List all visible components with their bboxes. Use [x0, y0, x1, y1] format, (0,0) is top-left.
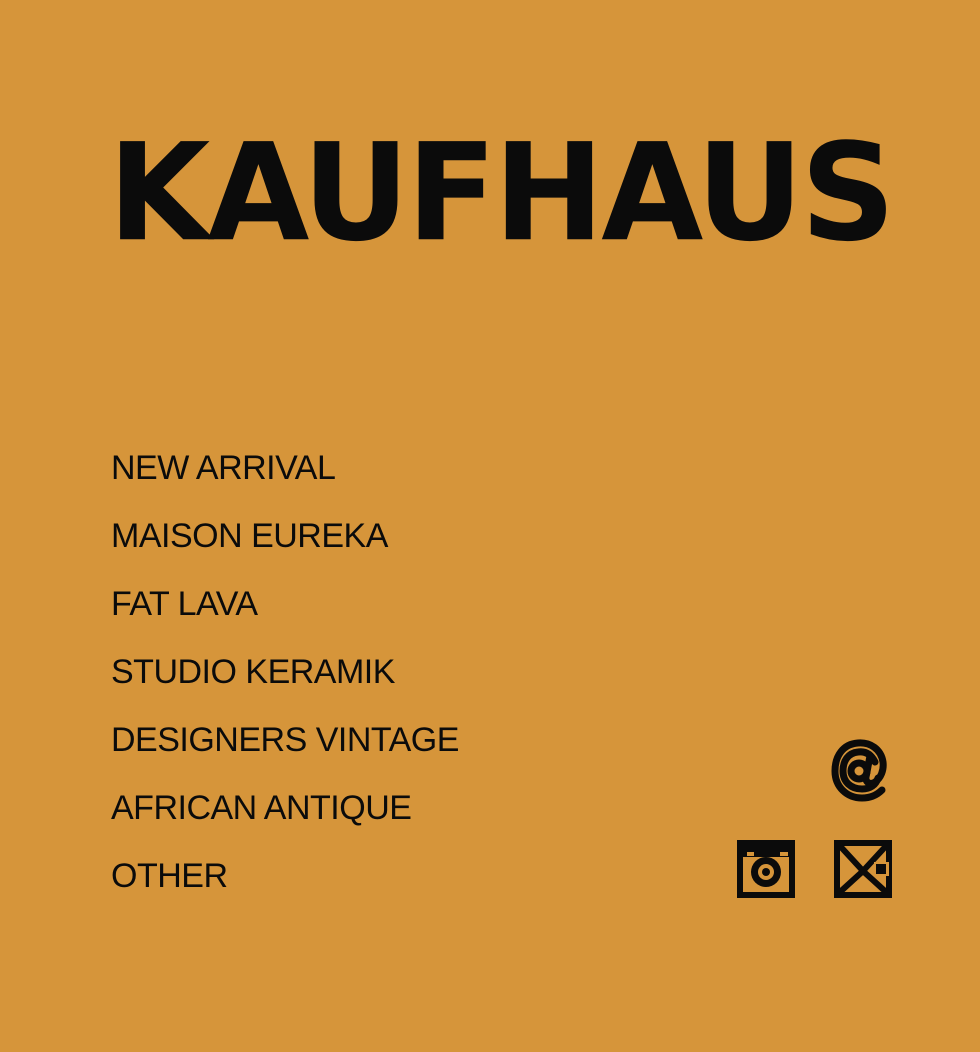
nav-item: STUDIO KERAMIK [111, 652, 459, 720]
category-nav: NEW ARRIVAL MAISON EUREKA FAT LAVA STUDI… [111, 448, 459, 924]
nav-item: OTHER [111, 856, 459, 924]
email-at-button[interactable] [831, 738, 895, 804]
nav-link-fat-lava[interactable]: FAT LAVA [111, 585, 258, 623]
nav-link-studio-keramik[interactable]: STUDIO KERAMIK [111, 653, 395, 691]
nav-item: MAISON EUREKA [111, 516, 459, 584]
brand-logo[interactable]: KAUFHAUS [108, 126, 896, 261]
nav-item: NEW ARRIVAL [111, 448, 459, 516]
nav-item: FAT LAVA [111, 584, 459, 652]
nav-link-new-arrival[interactable]: NEW ARRIVAL [111, 449, 336, 487]
nav-link-designers-vintage[interactable]: DESIGNERS VINTAGE [111, 721, 459, 759]
nav-item: DESIGNERS VINTAGE [111, 720, 459, 788]
instagram-icon [737, 840, 795, 898]
nav-link-maison-eureka[interactable]: MAISON EUREKA [111, 517, 388, 555]
nav-link-african-antique[interactable]: AFRICAN ANTIQUE [111, 789, 412, 827]
instagram-button[interactable] [737, 840, 795, 898]
mail-icon [834, 840, 892, 898]
at-icon [831, 739, 887, 802]
nav-item: AFRICAN ANTIQUE [111, 788, 459, 856]
mail-button[interactable] [834, 840, 892, 898]
nav-link-other[interactable]: OTHER [111, 857, 228, 895]
